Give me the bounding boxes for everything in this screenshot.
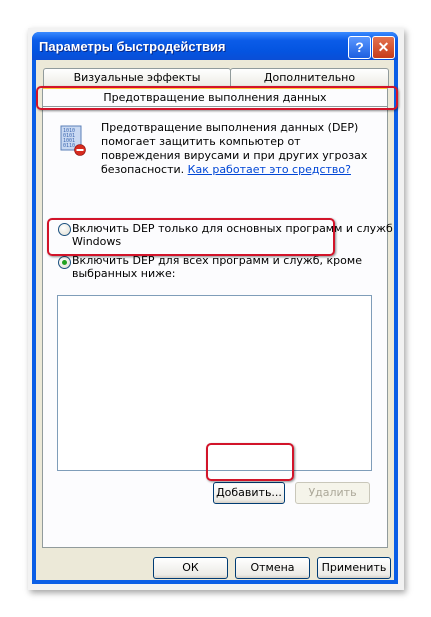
option-all-except-label[interactable]: Включить DEP для всех программ и служб, … [72, 254, 362, 280]
remove-button[interactable]: Удалить [295, 482, 370, 504]
radio-dep-all-except[interactable] [58, 256, 71, 269]
close-icon: ✕ [377, 39, 390, 55]
highlight-add-button [206, 443, 294, 481]
dep-description: Предотвращение выполнения данных (DEP) п… [101, 121, 381, 177]
ok-button[interactable]: ОК [153, 557, 228, 579]
tab-advanced[interactable]: Дополнительно [230, 68, 389, 87]
how-it-works-link[interactable]: Как работает это средство? [188, 163, 351, 176]
apply-button-label: Применить [321, 561, 387, 574]
performance-options-window: Параметры быстродействия ? ✕ Визуальные … [32, 32, 398, 584]
tab-visual-effects[interactable]: Визуальные эффекты [43, 68, 231, 87]
dialog-client-area: Визуальные эффекты Дополнительно Предотв… [36, 60, 394, 580]
remove-button-label: Удалить [308, 486, 357, 499]
svg-text:0110: 0110 [63, 143, 75, 149]
title-bar[interactable]: Параметры быстродействия ? ✕ [32, 32, 398, 60]
dep-shield-icon: 1010010110010110 [60, 125, 86, 156]
window-title: Параметры быстродействия [39, 39, 226, 54]
close-button[interactable]: ✕ [372, 36, 395, 59]
apply-button[interactable]: Применить [317, 557, 391, 579]
ok-button-label: ОК [182, 561, 199, 574]
highlight-all-except-option [47, 218, 335, 256]
option-all-except-line2: выбранных ниже: [72, 267, 176, 280]
cancel-button[interactable]: Отмена [235, 557, 310, 579]
add-button-label: Добавить... [216, 486, 282, 499]
help-button[interactable]: ? [348, 36, 371, 59]
highlight-dep-tab [36, 86, 398, 110]
tab-label: Визуальные эффекты [73, 71, 201, 84]
dep-tab-panel: 1010 0101 1001 0110 Предотвращение выполнен… [42, 106, 393, 548]
add-button[interactable]: Добавить... [213, 482, 285, 504]
cancel-button-label: Отмена [250, 561, 295, 574]
tab-label: Дополнительно [263, 71, 356, 84]
help-icon: ? [355, 39, 364, 55]
